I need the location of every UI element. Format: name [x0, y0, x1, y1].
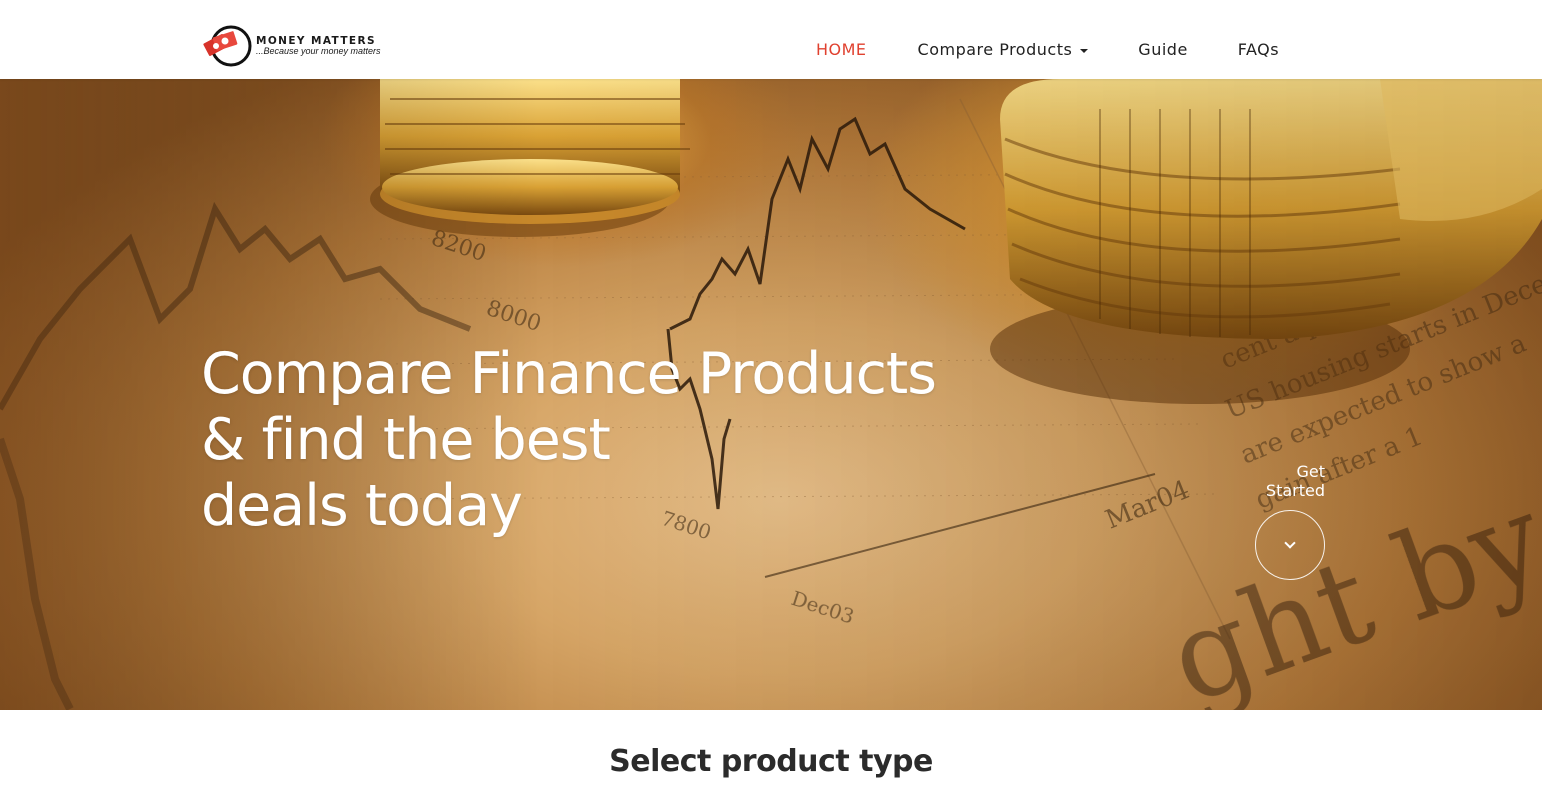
logo[interactable]: MONEY MATTERS ...Because your money matt…: [202, 24, 381, 68]
brand-tagline: ...Because your money matters: [256, 46, 381, 57]
nav-home[interactable]: HOME: [816, 40, 867, 59]
get-started-line-1: Get: [1296, 462, 1325, 481]
hero-title: Compare Finance Products & find the best…: [201, 341, 937, 539]
money-notes-icon: [203, 25, 252, 67]
section-title: Select product type: [609, 744, 933, 779]
nav-compare-products-label: Compare Products: [917, 40, 1073, 59]
site-header: MONEY MATTERS ...Because your money matt…: [0, 0, 1542, 79]
chevron-down-icon: [1284, 537, 1296, 549]
brand-name: MONEY MATTERS: [256, 34, 376, 47]
hero-title-line-1: Compare Finance Products: [201, 341, 937, 407]
hero-banner: 8200 8000 7800 Mar04 Dec03 cent a per ce…: [0, 79, 1542, 710]
nav-compare-products[interactable]: Compare Products: [918, 40, 1089, 59]
hero-title-line-3: deals today: [201, 473, 523, 539]
get-started-button[interactable]: [1255, 510, 1325, 580]
get-started-line-2: Started: [1265, 481, 1325, 500]
get-started-label[interactable]: Get Started: [1250, 462, 1330, 500]
nav-faqs[interactable]: FAQs: [1238, 40, 1279, 59]
main-nav: HOME Compare Products Guide FAQs: [816, 40, 1279, 59]
hero-title-line-2: & find the best: [201, 407, 611, 473]
caret-down-icon: [1080, 48, 1089, 53]
nav-guide[interactable]: Guide: [1138, 40, 1187, 59]
